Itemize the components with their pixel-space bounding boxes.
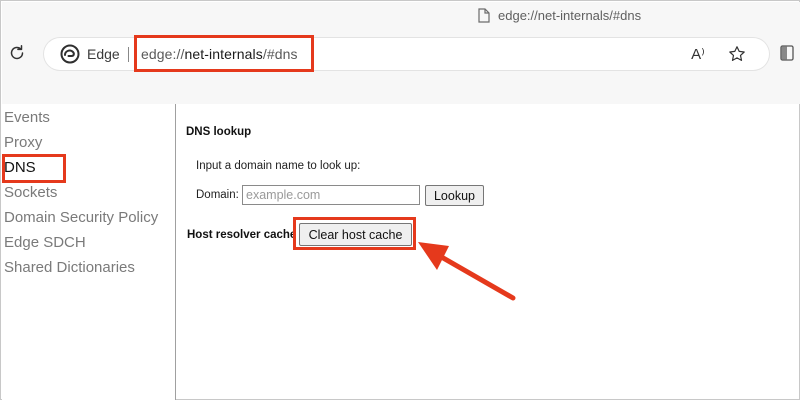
edge-brand-label: Edge: [87, 46, 120, 62]
dns-lookup-heading: DNS lookup: [186, 126, 252, 138]
sidebar-item-sockets[interactable]: Sockets: [4, 184, 57, 201]
refresh-icon[interactable]: [6, 42, 28, 64]
address-bar[interactable]: Edge edge://net-internals/#dns A⁾: [44, 38, 769, 70]
favorite-star-icon[interactable]: [727, 44, 747, 64]
browser-toolbar: edge://net-internals/#dns Edge edge://ne…: [2, 2, 800, 104]
domain-label: Domain:: [196, 189, 239, 201]
sidebar: Events Proxy DNS Sockets Domain Security…: [2, 104, 176, 400]
sidebar-item-proxy[interactable]: Proxy: [4, 134, 42, 151]
url-text[interactable]: edge://net-internals/#dns: [141, 46, 298, 62]
address-divider: [128, 47, 129, 62]
sidebar-item-dns[interactable]: DNS: [4, 159, 36, 176]
tab-title[interactable]: edge://net-internals/#dns: [478, 6, 641, 24]
sidebar-item-domain-security-policy[interactable]: Domain Security Policy: [4, 209, 158, 226]
screenshot-frame: edge://net-internals/#dns Edge edge://ne…: [0, 0, 800, 400]
read-aloud-icon[interactable]: A⁾: [688, 44, 708, 64]
domain-input[interactable]: [242, 185, 420, 205]
edge-logo-icon: [60, 44, 80, 64]
clear-host-cache-button[interactable]: Clear host cache: [299, 223, 412, 246]
lookup-prompt: Input a domain name to look up:: [196, 160, 361, 172]
split-screen-icon[interactable]: [780, 44, 794, 62]
tab-title-text: edge://net-internals/#dns: [498, 7, 642, 23]
url-path: /#dns: [262, 46, 298, 62]
sidebar-item-events[interactable]: Events: [4, 109, 50, 126]
lookup-button[interactable]: Lookup: [425, 185, 484, 206]
host-resolver-cache-heading: Host resolver cache: [187, 229, 297, 241]
url-scheme: edge://: [141, 46, 185, 62]
sidebar-item-shared-dictionaries[interactable]: Shared Dictionaries: [4, 259, 135, 276]
dns-panel: DNS lookup Input a domain name to look u…: [177, 104, 800, 400]
sidebar-item-edge-sdch[interactable]: Edge SDCH: [4, 234, 86, 251]
page-icon: [478, 7, 490, 23]
url-host: net-internals: [184, 46, 263, 62]
